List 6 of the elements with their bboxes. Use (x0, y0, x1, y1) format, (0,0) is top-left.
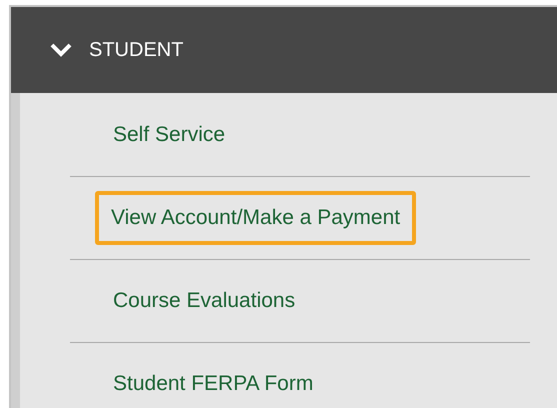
menu-link[interactable]: Student FERPA Form (97, 357, 330, 408)
menu-link[interactable]: View Account/Make a Payment (95, 191, 416, 245)
chevron-down-icon[interactable] (49, 42, 73, 58)
menu-link[interactable]: Self Service (97, 108, 242, 162)
menu-link[interactable]: Course Evaluations (97, 274, 312, 328)
section-title[interactable]: STUDENT (89, 35, 184, 65)
